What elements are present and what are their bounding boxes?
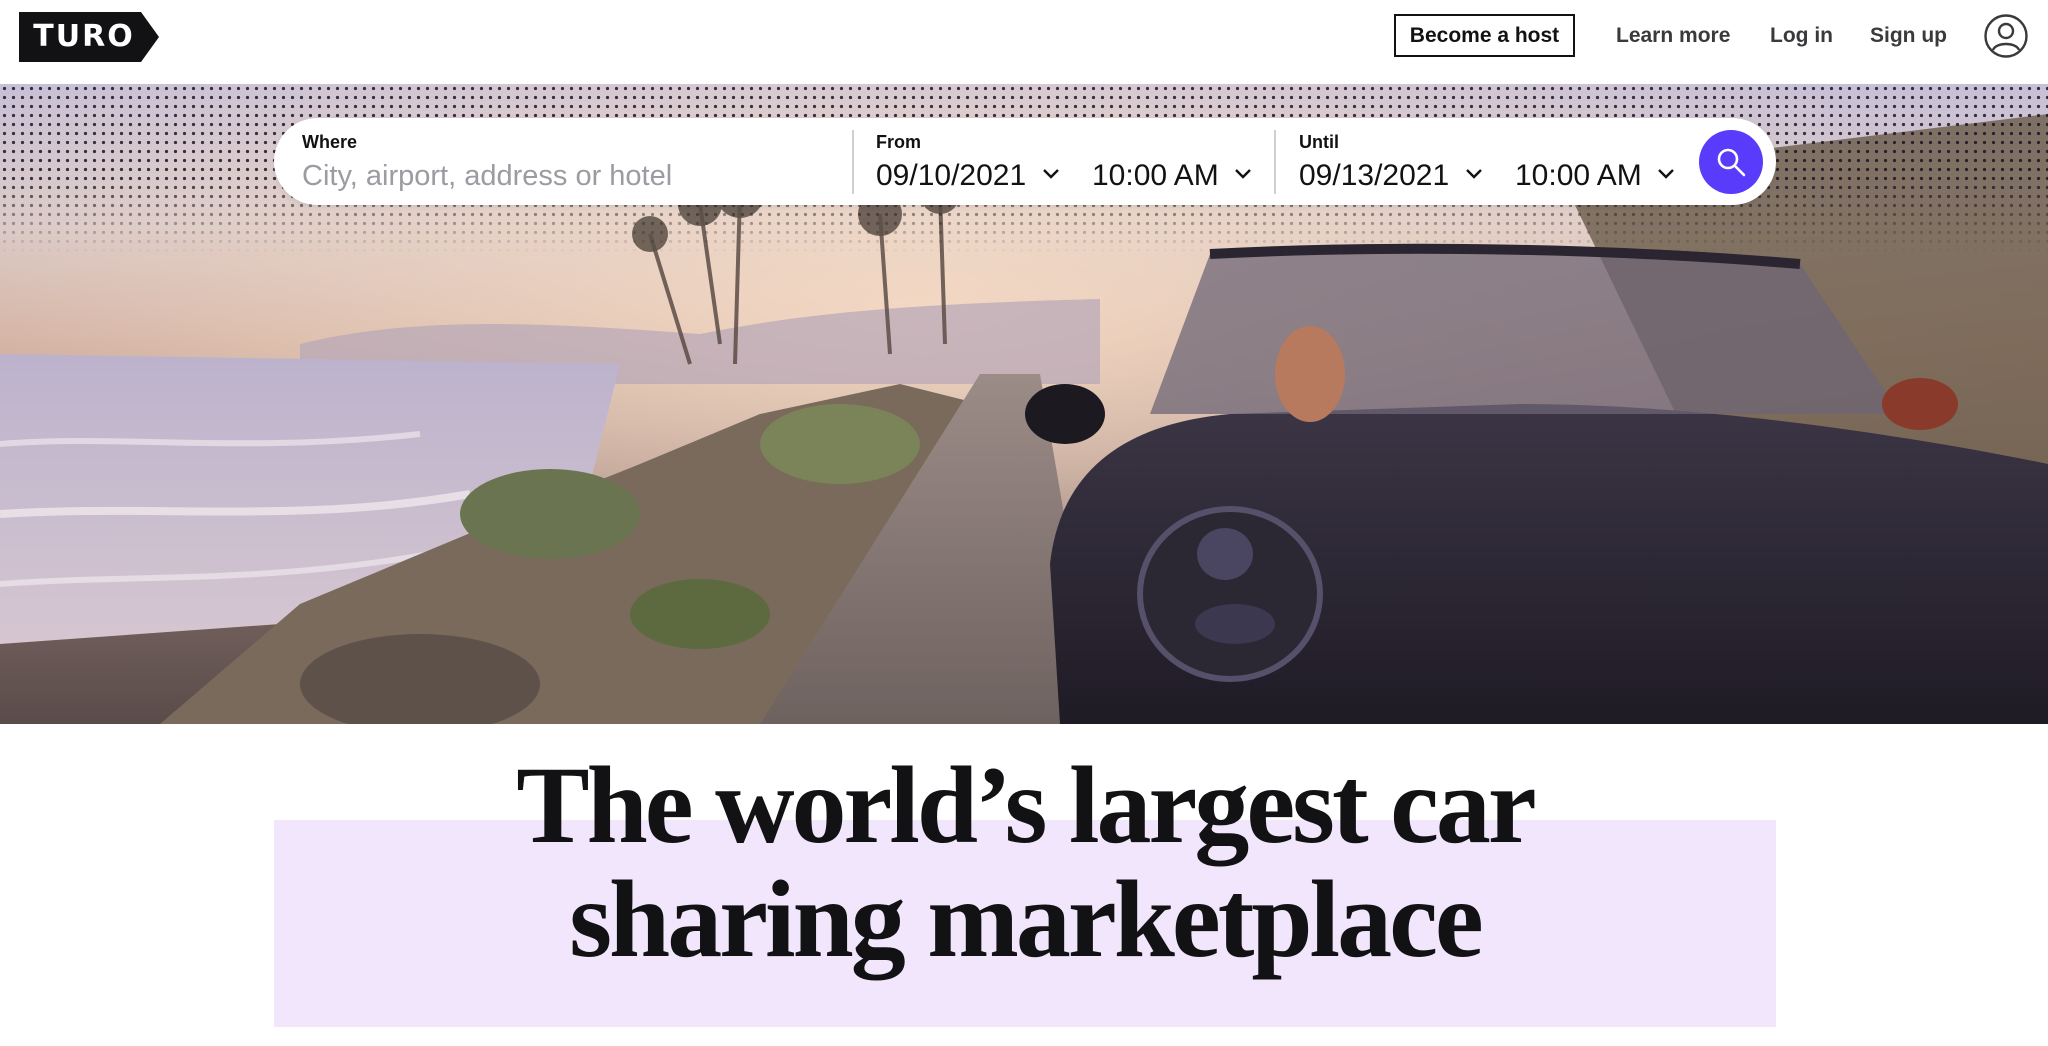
logo-wordmark: TURO <box>33 19 135 54</box>
chevron-down-icon <box>1235 169 1251 179</box>
until-time-select[interactable]: 10:00 AM <box>1515 158 1676 194</box>
where-input[interactable] <box>302 158 822 194</box>
turo-logo[interactable]: TURO <box>19 12 159 62</box>
chevron-down-icon <box>1465 169 1482 179</box>
from-time-select[interactable]: 10:00 AM <box>1092 158 1253 194</box>
site-header: TURO Become a host Learn more Log in Sig… <box>0 0 2048 84</box>
headline-line-2: sharing marketplace <box>569 858 1484 980</box>
search-button[interactable] <box>1699 130 1763 194</box>
from-date-value: 09/10/2021 <box>876 159 1027 192</box>
from-time-value: 10:00 AM <box>1092 159 1219 192</box>
from-label: From <box>876 132 921 152</box>
from-date-select[interactable]: 09/10/2021 <box>876 158 1061 194</box>
page-title: The world’s largest car sharing marketpl… <box>274 748 1776 976</box>
search-icon <box>1717 148 1746 177</box>
search-divider <box>852 130 854 194</box>
learn-more-link[interactable]: Learn more <box>1616 14 1730 57</box>
until-label: Until <box>1299 132 1339 152</box>
until-date-select[interactable]: 09/13/2021 <box>1299 158 1484 194</box>
until-date-value: 09/13/2021 <box>1299 159 1450 192</box>
chevron-down-icon <box>1042 169 1059 179</box>
headline-line-1: The world’s largest car <box>516 744 1537 866</box>
user-icon[interactable] <box>1984 14 2028 58</box>
become-host-button[interactable]: Become a host <box>1394 14 1575 57</box>
search-bar: Where From 09/10/2021 10:00 AM Until 09/… <box>274 118 1776 205</box>
search-divider <box>1274 130 1276 194</box>
where-label: Where <box>302 132 358 152</box>
chevron-down-icon <box>1658 169 1674 179</box>
log-in-link[interactable]: Log in <box>1770 14 1833 57</box>
hero-image: Where From 09/10/2021 10:00 AM Until 09/… <box>0 84 2048 724</box>
sign-up-link[interactable]: Sign up <box>1870 14 1947 57</box>
until-time-value: 10:00 AM <box>1515 159 1642 192</box>
